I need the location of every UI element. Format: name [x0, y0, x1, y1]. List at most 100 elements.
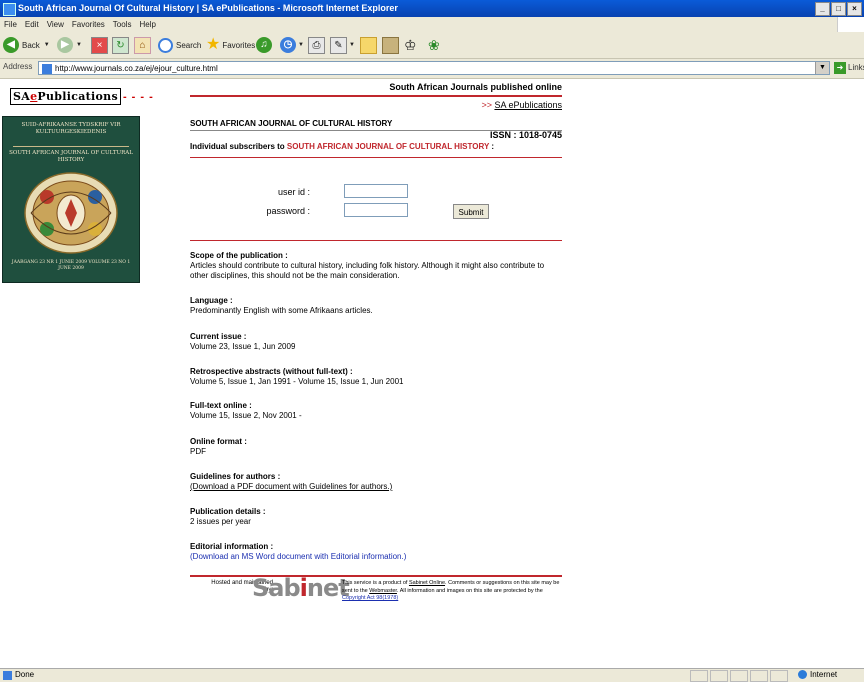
fulltext-text: Volume 15, Issue 2, Nov 2001 -	[190, 411, 302, 420]
home-icon: ⌂	[134, 36, 151, 54]
guidelines-section: Guidelines for authors : (Download a PDF…	[190, 472, 562, 492]
scope-section: Scope of the publication : Articles shou…	[190, 251, 562, 281]
home-button[interactable]: ⌂	[134, 35, 151, 55]
edit-button[interactable]: ✎ ▼	[330, 35, 355, 55]
cover-crest-illustration	[24, 172, 118, 254]
footer: Hosted and maintained by: Sabinet This s…	[190, 574, 562, 613]
online-format-heading: Online format :	[190, 437, 247, 446]
stop-icon: ×	[91, 36, 108, 54]
subscribers-heading: Individual subscribers to SOUTH AFRICAN …	[190, 142, 494, 151]
subscribers-suffix: :	[489, 142, 495, 151]
editorial-download-link[interactable]: (Download an MS Word document with Edito…	[190, 552, 562, 562]
cover-volume-text: JAARGANG 23 NR 1 JUNIE 2009 VOLUME 23 NO…	[11, 260, 131, 271]
window-controls: _ □ ×	[815, 2, 862, 16]
header-divider	[190, 95, 562, 97]
messenger-button[interactable]: ♔	[404, 35, 417, 55]
subscribers-divider	[190, 157, 562, 158]
minimize-button[interactable]: _	[815, 2, 830, 16]
status-cell	[770, 670, 788, 682]
user-id-input[interactable]	[344, 184, 408, 198]
issn: ISSN : 1018-0745	[489, 130, 562, 140]
print-icon: ⎙	[308, 36, 325, 54]
submit-button[interactable]: Submit	[453, 204, 489, 219]
status-text: Done	[15, 670, 35, 679]
search-icon	[158, 37, 173, 53]
sa-epublications-link[interactable]: SA ePublications	[494, 100, 562, 110]
refresh-icon: ↻	[112, 36, 129, 54]
sa-epublications-logo[interactable]: SAePublications - - - -	[10, 88, 154, 105]
print-button[interactable]: ⎙	[308, 35, 325, 55]
status-cell	[750, 670, 768, 682]
scope-heading: Scope of the publication :	[190, 251, 288, 260]
stop-button[interactable]: ×	[91, 35, 108, 55]
retrospective-heading: Retrospective abstracts (without full-te…	[190, 367, 353, 376]
retrospective-text: Volume 5, Issue 1, Jan 1991 - Volume 15,…	[190, 377, 404, 386]
menu-edit[interactable]: Edit	[21, 17, 43, 32]
publication-details-heading: Publication details :	[190, 507, 266, 516]
research-button[interactable]	[382, 35, 399, 55]
user-id-label: user id :	[277, 187, 310, 197]
folder-icon	[360, 36, 377, 54]
fulltext-heading: Full-text online :	[190, 401, 252, 410]
history-icon: ◷	[280, 37, 296, 53]
research-books-icon	[382, 36, 399, 54]
go-arrow-icon: ➜	[834, 62, 846, 74]
logo-box: SAePublications	[10, 88, 121, 105]
copyright-act-link[interactable]: Copyright Act 98(1978)	[342, 595, 398, 601]
media-button[interactable]: ♫	[256, 35, 272, 55]
current-issue-heading: Current issue :	[190, 332, 247, 341]
guidelines-heading: Guidelines for authors :	[190, 472, 281, 481]
media-icon: ♫	[256, 37, 272, 53]
address-input[interactable]: http://www.journals.co.za/ej/ejour_cultu…	[38, 61, 830, 75]
cover-title: SUID-AFRIKAANSE TYDSKRIF VIR KULTUURGESK…	[7, 122, 135, 135]
sabinet-online-link[interactable]: Sabinet Online	[409, 580, 445, 586]
edit-page-icon: ✎	[330, 36, 347, 54]
maximize-button[interactable]: □	[831, 2, 846, 16]
history-dropdown-icon[interactable]: ▼	[298, 42, 304, 48]
cover-rule	[13, 146, 129, 147]
editorial-heading: Editorial information :	[190, 542, 274, 551]
globe-icon	[798, 670, 807, 680]
sabinet-logo-text-i: i	[299, 574, 308, 602]
password-input[interactable]	[344, 203, 408, 217]
sabinet-logo-text-a: Sab	[252, 574, 301, 602]
address-bar: Address http://www.journals.co.za/ej/ejo…	[0, 59, 864, 79]
publication-details-section: Publication details : 2 issues per year	[190, 507, 562, 527]
address-url: http://www.journals.co.za/ej/ejour_cultu…	[55, 64, 218, 73]
close-button[interactable]: ×	[847, 2, 862, 16]
history-button[interactable]: ◷ ▼	[280, 35, 304, 55]
menu-favorites[interactable]: Favorites	[68, 17, 109, 32]
favorites-button[interactable]: ★ Favorites	[206, 35, 255, 55]
address-dropdown-icon[interactable]: ▼	[815, 62, 829, 74]
messenger-icon: ♔	[404, 36, 417, 53]
page-content: SAePublications - - - - SUID-AFRIKAANSE T…	[0, 79, 864, 668]
menu-help[interactable]: Help	[135, 17, 159, 32]
guidelines-download-link[interactable]: (Download a PDF document with Guidelines…	[190, 482, 562, 492]
search-button[interactable]: Search	[158, 35, 201, 55]
go-button[interactable]: ➜	[834, 62, 846, 74]
security-zone: Internet	[798, 670, 837, 680]
forward-dropdown-icon[interactable]: ▼	[76, 42, 82, 48]
folder-button[interactable]	[360, 35, 377, 55]
links-label[interactable]: Links	[848, 63, 864, 72]
back-dropdown-icon[interactable]: ▼	[44, 42, 50, 48]
menu-tools[interactable]: Tools	[109, 17, 136, 32]
msn-button[interactable]: ❀	[428, 35, 440, 55]
edit-dropdown-icon[interactable]: ▼	[349, 42, 355, 48]
menu-bar: File Edit View Favorites Tools Help	[0, 17, 864, 33]
journals-published-online-heading: South African Journals published online	[389, 82, 562, 92]
back-button[interactable]: ◀ Back ▼	[3, 35, 50, 55]
refresh-button[interactable]: ↻	[112, 35, 129, 55]
forward-button[interactable]: ▶ ▼	[57, 35, 82, 55]
language-text: Predominantly English with some Afrikaan…	[190, 306, 373, 315]
menu-file[interactable]: File	[0, 17, 21, 32]
sabinet-logo[interactable]: Sabinet	[252, 574, 350, 602]
menu-view[interactable]: View	[43, 17, 68, 32]
fulltext-section: Full-text online : Volume 15, Issue 2, N…	[190, 401, 562, 421]
status-cells	[690, 670, 788, 682]
editorial-section: Editorial information : (Download an MS …	[190, 542, 562, 562]
logo-text-publications: Publications	[37, 90, 118, 103]
webmaster-link[interactable]: Webmaster	[369, 588, 397, 594]
back-label: Back	[22, 40, 40, 50]
online-format-section: Online format : PDF	[190, 437, 562, 457]
